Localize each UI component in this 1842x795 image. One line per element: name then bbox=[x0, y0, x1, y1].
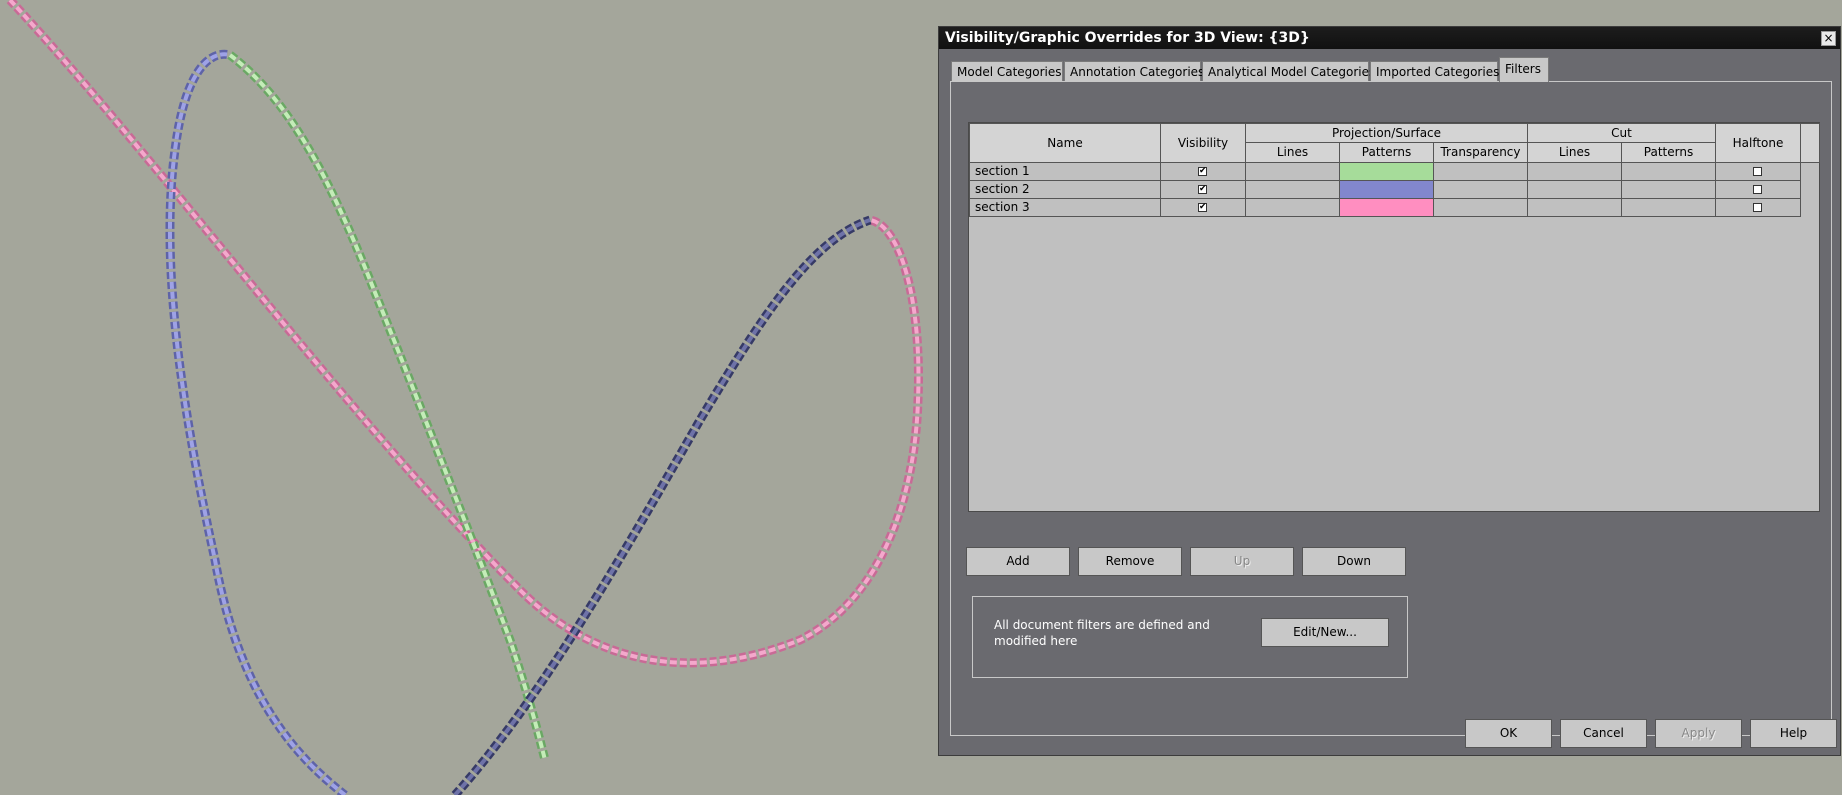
row-2-projection-lines[interactable] bbox=[1245, 180, 1340, 199]
header-cut: Cut bbox=[1527, 123, 1716, 143]
row-3-cut-lines[interactable] bbox=[1527, 198, 1622, 217]
up-button[interactable]: Up bbox=[1190, 547, 1294, 576]
help-button[interactable]: Help bbox=[1750, 719, 1837, 748]
row-3-projection-transparency[interactable] bbox=[1433, 198, 1528, 217]
tab-annotation-categories[interactable]: Annotation Categories bbox=[1064, 61, 1204, 81]
tab-model-categories[interactable]: Model Categories bbox=[951, 61, 1063, 81]
filters-table: Name Visibility Projection/Surface Cut H… bbox=[968, 122, 1820, 512]
row-2-cut-patterns[interactable] bbox=[1621, 180, 1716, 199]
filters-info-text: All document filters are defined and mod… bbox=[994, 618, 1210, 648]
header-projection-patterns[interactable]: Patterns bbox=[1339, 142, 1434, 163]
row-3-projection-patterns[interactable] bbox=[1339, 198, 1434, 217]
row-1-projection-patterns[interactable] bbox=[1339, 162, 1434, 181]
row-2-projection-transparency[interactable] bbox=[1433, 180, 1528, 199]
dialog-title-bar[interactable]: Visibility/Graphic Overrides for 3D View… bbox=[939, 27, 1840, 49]
dialog-title: Visibility/Graphic Overrides for 3D View… bbox=[945, 30, 1310, 46]
row-2-name[interactable]: section 2 bbox=[969, 180, 1161, 199]
3d-viewport[interactable] bbox=[0, 0, 940, 795]
filters-info-group: All document filters are defined and mod… bbox=[972, 596, 1408, 678]
row-1-name[interactable]: section 1 bbox=[969, 162, 1161, 181]
row-3-visibility-cell: ✔ bbox=[1160, 198, 1246, 217]
row-2-cut-lines[interactable] bbox=[1527, 180, 1622, 199]
tab-filters[interactable]: Filters bbox=[1499, 57, 1549, 82]
tab-imported-categories[interactable]: Imported Categories bbox=[1370, 61, 1499, 81]
filters-panel: Name Visibility Projection/Surface Cut H… bbox=[950, 81, 1832, 736]
header-cut-lines[interactable]: Lines bbox=[1527, 142, 1622, 163]
header-halftone[interactable]: Halftone bbox=[1715, 123, 1801, 163]
visibility-graphic-overrides-dialog: Visibility/Graphic Overrides for 3D View… bbox=[938, 26, 1841, 756]
header-visibility[interactable]: Visibility bbox=[1160, 123, 1246, 163]
tab-analytical-model-categories[interactable]: Analytical Model Categories bbox=[1202, 61, 1375, 81]
row-2-projection-patterns[interactable] bbox=[1339, 180, 1434, 199]
green-chain bbox=[227, 51, 550, 762]
header-name[interactable]: Name bbox=[969, 123, 1161, 163]
row-1-visibility-cell: ✔ bbox=[1160, 162, 1246, 181]
row-1-halftone-cell bbox=[1715, 162, 1801, 181]
header-filler bbox=[1800, 123, 1820, 163]
row-3-halftone-cell bbox=[1715, 198, 1801, 217]
row-2-halftone-cell bbox=[1715, 180, 1801, 199]
row-2-halftone-checkbox[interactable] bbox=[1753, 185, 1762, 194]
apply-button[interactable]: Apply bbox=[1655, 719, 1742, 748]
down-button[interactable]: Down bbox=[1302, 547, 1406, 576]
close-icon[interactable]: × bbox=[1821, 31, 1836, 46]
row-1-cut-lines[interactable] bbox=[1527, 162, 1622, 181]
header-projection-surface: Projection/Surface bbox=[1245, 123, 1528, 143]
pink-chain bbox=[6, 0, 923, 668]
dark-chain bbox=[451, 215, 872, 795]
row-3-projection-lines[interactable] bbox=[1245, 198, 1340, 217]
row-2-visibility-cell: ✔ bbox=[1160, 180, 1246, 199]
header-cut-patterns[interactable]: Patterns bbox=[1621, 142, 1716, 163]
header-projection-lines[interactable]: Lines bbox=[1245, 142, 1340, 163]
row-1-projection-lines[interactable] bbox=[1245, 162, 1340, 181]
ok-button[interactable]: OK bbox=[1465, 719, 1552, 748]
cancel-button[interactable]: Cancel bbox=[1560, 719, 1647, 748]
row-3-halftone-checkbox[interactable] bbox=[1753, 203, 1762, 212]
row-3-name[interactable]: section 3 bbox=[969, 198, 1161, 217]
row-3-cut-patterns[interactable] bbox=[1621, 198, 1716, 217]
row-2-visibility-checkbox[interactable]: ✔ bbox=[1198, 185, 1207, 194]
row-3-visibility-checkbox[interactable]: ✔ bbox=[1198, 203, 1207, 212]
header-projection-transparency[interactable]: Transparency bbox=[1433, 142, 1528, 163]
remove-button[interactable]: Remove bbox=[1078, 547, 1182, 576]
edit-new-button[interactable]: Edit/New... bbox=[1261, 618, 1389, 647]
row-1-halftone-checkbox[interactable] bbox=[1753, 167, 1762, 176]
row-1-projection-transparency[interactable] bbox=[1433, 162, 1528, 181]
row-1-visibility-checkbox[interactable]: ✔ bbox=[1198, 167, 1207, 176]
add-button[interactable]: Add bbox=[966, 547, 1070, 576]
row-1-cut-patterns[interactable] bbox=[1621, 162, 1716, 181]
